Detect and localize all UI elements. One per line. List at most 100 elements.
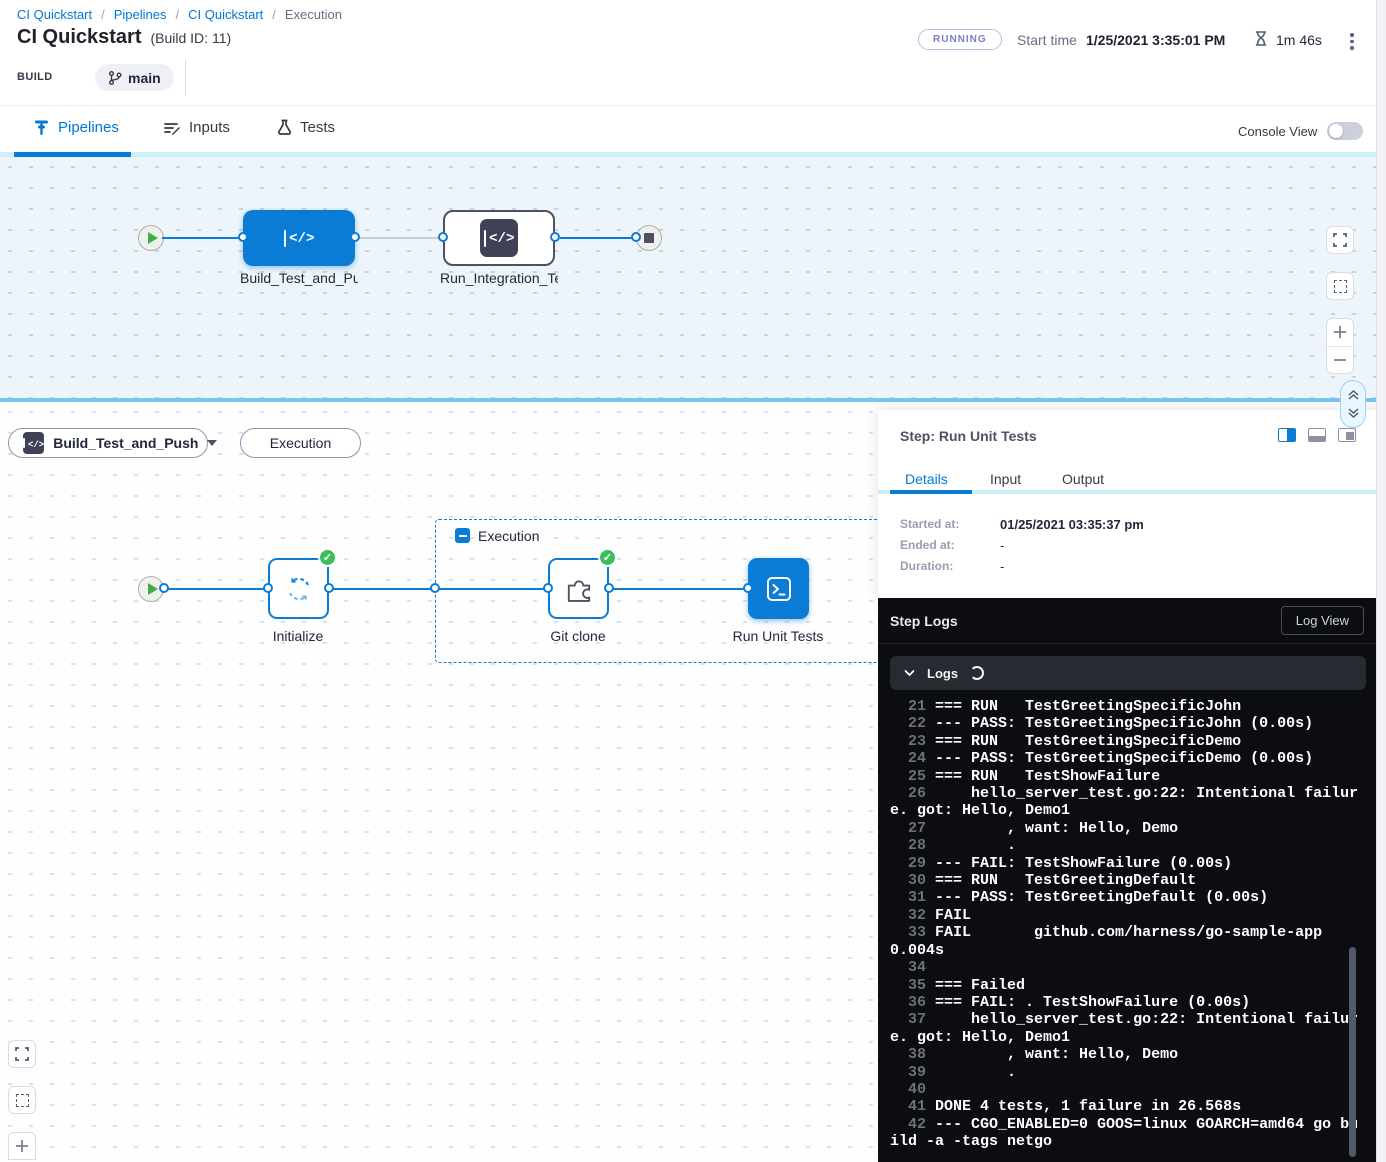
log-line: 33 FAIL github.com/harness/go-sample-app… bbox=[890, 924, 1360, 959]
fit-to-screen-button[interactable] bbox=[1326, 272, 1354, 300]
log-line: 25 === RUN TestShowFailure bbox=[890, 768, 1360, 785]
marquee-icon bbox=[16, 1094, 29, 1107]
start-time-label: Start time bbox=[1017, 32, 1077, 48]
build-label: BUILD bbox=[17, 71, 53, 83]
pipeline-canvas[interactable] bbox=[0, 157, 1386, 398]
log-line: 41 DONE 4 tests, 1 failure in 26.568s bbox=[890, 1098, 1360, 1115]
stage-node-label: Run_Integration_Tes bbox=[440, 270, 558, 286]
execution-group-label: Execution bbox=[478, 528, 539, 544]
layout-split-right-icon[interactable] bbox=[1278, 428, 1296, 442]
detail-value: - bbox=[1000, 538, 1004, 553]
detail-value: - bbox=[1000, 559, 1004, 574]
hourglass-icon bbox=[1253, 30, 1269, 47]
log-line: 31 --- PASS: TestGreetingDefault (0.00s) bbox=[890, 889, 1360, 906]
step-node-run-unit-tests[interactable] bbox=[748, 558, 809, 619]
zoom-out-button[interactable] bbox=[1327, 347, 1353, 374]
step-panel-title: Step: Run Unit Tests bbox=[900, 428, 1037, 444]
stage-node-run-integration-tests[interactable] bbox=[443, 210, 555, 266]
log-lines: 21 === RUN TestGreetingSpecificJohn 22 -… bbox=[890, 698, 1360, 1151]
console-view-toggle[interactable] bbox=[1327, 122, 1363, 140]
log-line: 32 FAIL bbox=[890, 907, 1360, 924]
stop-icon bbox=[644, 233, 654, 243]
tab-underline bbox=[0, 152, 1386, 157]
success-badge-icon bbox=[598, 548, 617, 567]
stage-node-build-test-and-push[interactable] bbox=[243, 210, 355, 266]
log-view-button[interactable]: Log View bbox=[1281, 606, 1364, 635]
header-divider bbox=[185, 60, 186, 96]
branch-chip: main bbox=[95, 64, 174, 91]
breadcrumb-link[interactable]: CI Quickstart bbox=[188, 7, 263, 22]
log-line: 38 , want: Hello, Demo bbox=[890, 1046, 1360, 1063]
fullscreen-button[interactable] bbox=[8, 1040, 36, 1068]
tab-bar: Pipelines Inputs Tests Console View bbox=[0, 105, 1386, 157]
tab-output[interactable]: Output bbox=[1062, 471, 1104, 487]
execution-chip-label: Execution bbox=[270, 435, 331, 451]
zoom-in-button[interactable] bbox=[1327, 319, 1353, 347]
log-line: 21 === RUN TestGreetingSpecificJohn bbox=[890, 698, 1360, 715]
play-icon bbox=[148, 583, 158, 595]
detail-label: Started at: bbox=[900, 517, 1000, 532]
plugin-icon bbox=[562, 572, 596, 606]
fit-to-screen-button[interactable] bbox=[8, 1086, 36, 1114]
log-line: 23 === RUN TestGreetingSpecificDemo bbox=[890, 733, 1360, 750]
log-line: 36 === FAIL: . TestShowFailure (0.00s) bbox=[890, 994, 1360, 1011]
elapsed-time: 1m 46s bbox=[1276, 32, 1322, 48]
start-time-value: 1/25/2021 3:35:01 PM bbox=[1086, 32, 1225, 48]
build-id: (Build ID: 11) bbox=[150, 30, 231, 46]
step-logs-title: Step Logs bbox=[890, 613, 958, 629]
layout-right-pane-icon[interactable] bbox=[1338, 428, 1356, 442]
step-node-initialize[interactable] bbox=[268, 558, 329, 619]
chevron-double-up-icon bbox=[1347, 389, 1360, 400]
log-line: 22 --- PASS: TestGreetingSpecificJohn (0… bbox=[890, 715, 1360, 732]
log-line: 35 === Failed bbox=[890, 977, 1360, 994]
logs-section-header[interactable]: Logs bbox=[890, 656, 1366, 690]
code-stage-icon bbox=[23, 432, 44, 454]
breadcrumb-link[interactable]: CI Quickstart bbox=[17, 7, 92, 22]
step-node-label: Run Unit Tests bbox=[698, 628, 858, 644]
success-badge-icon bbox=[318, 548, 337, 567]
flask-icon bbox=[277, 119, 292, 136]
log-line: 39 . bbox=[890, 1064, 1360, 1081]
log-line: 37 hello_server_test.go:22: Intentional … bbox=[890, 1011, 1360, 1046]
terminal-icon bbox=[763, 573, 795, 605]
log-line: 40 bbox=[890, 1081, 1360, 1098]
log-line: 26 hello_server_test.go:22: Intentional … bbox=[890, 785, 1360, 820]
detail-value: 01/25/2021 03:35:37 pm bbox=[1000, 517, 1144, 532]
layout-bottom-pane-icon[interactable] bbox=[1308, 428, 1326, 442]
code-stage-icon bbox=[284, 229, 315, 247]
chevron-down-icon bbox=[904, 669, 915, 677]
panel-tab-underline-active bbox=[890, 490, 972, 494]
stage-selector-label: Build_Test_and_Push bbox=[53, 435, 198, 451]
status-badge: RUNNING bbox=[918, 29, 1002, 50]
detail-label: Duration: bbox=[900, 559, 1000, 574]
tab-pipelines-label: Pipelines bbox=[58, 119, 119, 136]
log-line: 24 --- PASS: TestGreetingSpecificDemo (0… bbox=[890, 750, 1360, 767]
tab-pipelines[interactable]: Pipelines bbox=[33, 119, 119, 136]
collapse-group-icon[interactable] bbox=[455, 528, 470, 543]
canvas-divider bbox=[0, 398, 1386, 402]
breadcrumb: CI Quickstart / Pipelines / CI Quickstar… bbox=[17, 7, 342, 22]
tab-tests-label: Tests bbox=[300, 119, 335, 136]
chevron-double-down-icon bbox=[1347, 408, 1360, 419]
page-scrollbar[interactable] bbox=[1376, 0, 1386, 1162]
tab-inputs[interactable]: Inputs bbox=[163, 119, 230, 136]
panel-resize-toggle[interactable] bbox=[1340, 380, 1366, 428]
code-stage-icon bbox=[480, 219, 518, 257]
kebab-menu-icon[interactable] bbox=[1344, 31, 1360, 52]
tab-input[interactable]: Input bbox=[990, 471, 1021, 487]
tab-tests[interactable]: Tests bbox=[277, 119, 335, 136]
breadcrumb-separator: / bbox=[272, 7, 276, 22]
execution-chip[interactable]: Execution bbox=[240, 428, 361, 458]
zoom-in-button[interactable] bbox=[8, 1132, 36, 1160]
tab-details[interactable]: Details bbox=[905, 471, 948, 487]
fullscreen-button[interactable] bbox=[1326, 226, 1354, 254]
log-scrollbar-thumb[interactable] bbox=[1349, 947, 1356, 1157]
breadcrumb-separator: / bbox=[101, 7, 105, 22]
stage-selector-dropdown[interactable]: Build_Test_and_Push bbox=[8, 428, 208, 458]
panel-layout-switcher bbox=[1278, 428, 1356, 442]
breadcrumb-link[interactable]: Pipelines bbox=[114, 7, 167, 22]
step-node-label: Git clone bbox=[508, 628, 648, 644]
log-line: 34 bbox=[890, 959, 1360, 976]
step-node-git-clone[interactable] bbox=[548, 558, 609, 619]
breadcrumb-current: Execution bbox=[285, 7, 342, 22]
